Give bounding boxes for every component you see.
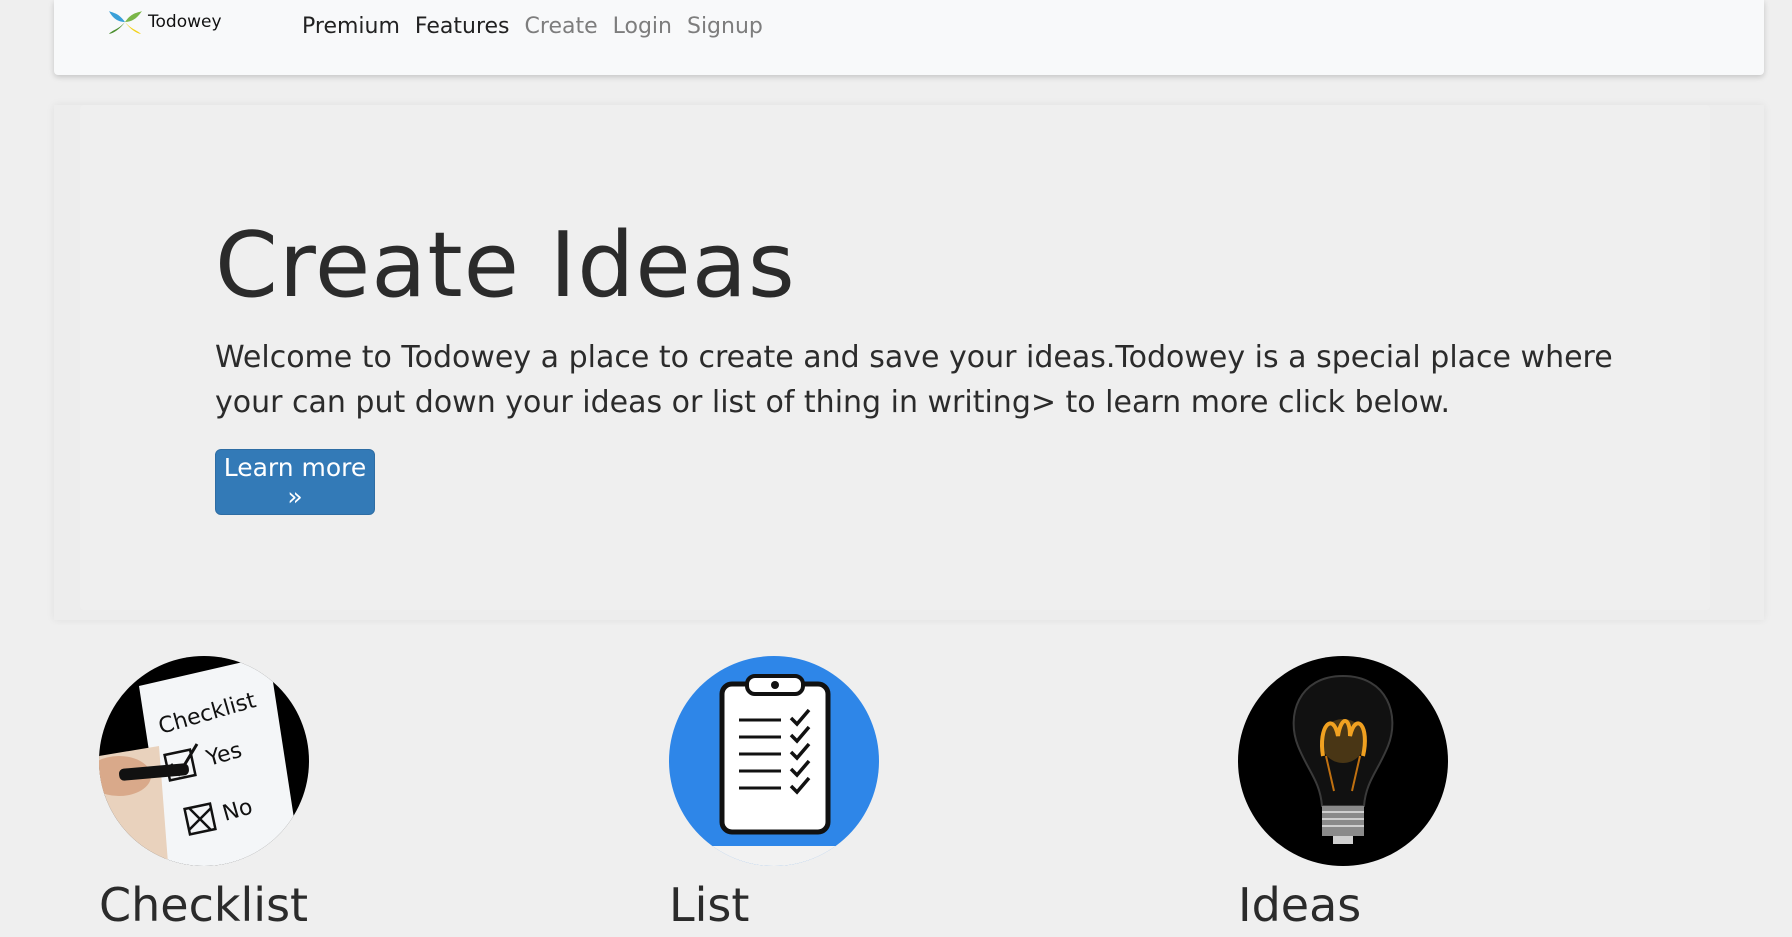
hero-panel: Create Ideas Welcome to Todowey a place …: [80, 105, 1710, 610]
features-section: Checklist Yes No Checklist List Ideas: [54, 625, 1764, 937]
feature-ideas: Ideas: [1238, 656, 1638, 932]
todowey-logo-icon: [109, 11, 142, 34]
nav-link-premium[interactable]: Premium: [302, 14, 400, 39]
nav-link-features[interactable]: Features: [415, 14, 510, 39]
hero-section: Create Ideas Welcome to Todowey a place …: [54, 105, 1764, 620]
learn-more-button[interactable]: Learn more »: [215, 449, 375, 515]
feature-checklist: Checklist Yes No Checklist: [99, 656, 499, 932]
brand-name: Todowey: [148, 12, 222, 32]
nav-link-create[interactable]: Create: [525, 14, 598, 39]
checklist-photo-icon: Checklist Yes No: [99, 656, 309, 866]
nav-link-signup[interactable]: Signup: [687, 14, 763, 39]
clipboard-checklist-icon: [669, 656, 879, 866]
hero-description: Welcome to Todowey a place to create and…: [215, 340, 1613, 420]
feature-list: List: [669, 656, 1069, 932]
feature-title-list: List: [669, 878, 750, 932]
lightbulb-photo-icon: [1238, 656, 1448, 866]
brand-link[interactable]: Todowey: [106, 8, 222, 36]
feature-title-checklist: Checklist: [99, 878, 309, 932]
top-navbar: Todowey Premium Features Create Login Si…: [54, 0, 1764, 75]
nav-link-login[interactable]: Login: [613, 14, 672, 39]
feature-title-ideas: Ideas: [1238, 878, 1362, 932]
nav-links: Premium Features Create Login Signup: [302, 14, 763, 39]
hero-title: Create Ideas: [215, 213, 796, 318]
